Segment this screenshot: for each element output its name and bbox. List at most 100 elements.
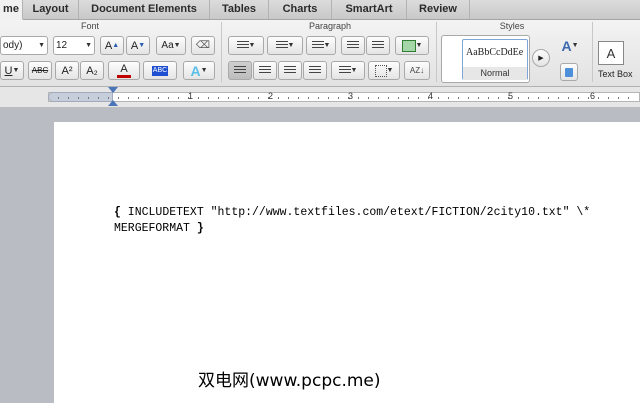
chevron-down-icon[interactable]: ▼ [351,67,358,74]
chevron-down-icon[interactable]: ▼ [249,42,256,49]
tab-smartart[interactable]: SmartArt [332,0,407,19]
chevron-down-icon[interactable]: ▼ [38,42,45,49]
bulleted-list-icon [236,41,249,50]
chevron-down-icon[interactable]: ▼ [174,42,181,49]
change-styles-button[interactable]: A ▼ [556,36,584,55]
indent-icon [372,41,384,50]
chevron-down-icon[interactable]: ▼ [416,42,423,49]
ribbon: Font Paragraph Styles ody) ▼ 12 ▼ A ▲ A ▼ … [0,20,640,87]
ruler-tick [98,97,99,99]
document-page[interactable]: { INCLUDETEXT "http://www.textfiles.com/… [54,122,640,403]
first-line-indent-marker[interactable] [108,87,118,93]
grow-font-button[interactable]: A ▲ [100,36,124,55]
manage-styles-button[interactable] [560,63,578,81]
align-center-icon [259,66,271,75]
divider [221,22,222,82]
decrease-indent-button[interactable] [341,36,365,55]
ruler-tick [218,97,219,99]
increase-indent-button[interactable] [366,36,390,55]
font-name-field[interactable]: ody) ▼ [0,36,48,55]
borders-button[interactable]: ▼ [368,61,400,80]
ruler-tick [258,97,259,99]
strikethrough-button[interactable]: ABC [28,61,52,80]
chevron-down-icon[interactable]: ▼ [85,42,92,49]
styles-next-button[interactable]: ▶ [532,49,550,67]
ruler-tick [128,97,129,99]
horizontal-ruler[interactable]: 1 2 3 4 5 6 [0,87,640,108]
chevron-down-icon[interactable]: ▼ [13,67,20,74]
text-box-label[interactable]: Text Box [598,69,633,79]
ruler-tick [538,97,539,99]
chevron-down-icon[interactable]: ▼ [201,67,208,74]
divider [592,22,593,82]
bullets-button[interactable]: ▼ [228,36,264,55]
font-name-value: ody) [3,40,23,51]
font-color-button[interactable]: A [108,61,140,80]
shrink-font-button[interactable]: A ▼ [126,36,150,55]
chevron-down-icon[interactable]: ▼ [572,42,579,49]
highlight-label: ABC [151,65,169,76]
numbering-button[interactable]: ▼ [267,36,303,55]
underline-button[interactable]: U ▼ [0,61,24,80]
arrow-down-icon: ▼ [138,42,146,49]
line-spacing-button[interactable]: ▼ [331,61,365,80]
arrow-up-icon: ▲ [112,42,120,49]
align-right-button[interactable] [278,61,302,80]
hanging-indent-marker[interactable] [108,100,118,106]
tab-review[interactable]: Review [407,0,470,19]
ruler-tick [148,97,149,99]
ruler-tick [318,97,319,99]
sort-icon: AZ↓ [409,66,425,75]
superscript-button[interactable]: A² [55,61,79,80]
ruler-tick [388,97,389,99]
chevron-down-icon[interactable]: ▼ [324,42,331,49]
grow-font-label: A [104,39,113,52]
style-normal[interactable]: AaBbCcDdEe Normal [462,39,528,80]
style-sample-text: AaBbCcDdEe [466,47,524,58]
ruler-tick [598,97,599,99]
group-title-styles: Styles [499,21,525,31]
subscript-label: A₂ [86,64,98,77]
highlight-button[interactable]: ABC [143,61,177,80]
ruler-number: 1 [188,91,194,101]
ruler-tick [488,97,489,99]
field-code-line1: INCLUDETEXT "http://www.textfiles.com/et… [120,206,591,219]
ruler-tick [238,97,239,99]
ruler-number: 2 [268,91,274,101]
text-effects-button[interactable]: A ▼ [183,61,215,80]
tab-charts[interactable]: Charts [269,0,332,19]
group-title-paragraph: Paragraph [308,21,352,31]
field-code[interactable]: { INCLUDETEXT "http://www.textfiles.com/… [114,205,614,237]
field-close-brace: } [196,222,204,235]
outdent-icon [347,41,359,50]
ruler-tick [418,97,419,99]
ruler-tick [588,97,589,99]
multilevel-list-button[interactable]: ▼ [306,36,336,55]
justify-button[interactable] [303,61,327,80]
align-right-icon [284,66,296,75]
columns-icon [401,39,416,52]
ruler-tick [568,97,569,99]
tab-layout[interactable]: Layout [23,0,79,19]
columns-button[interactable]: ▼ [395,36,429,55]
text-box-icon[interactable]: A [598,41,624,65]
chevron-down-icon[interactable]: ▼ [288,42,295,49]
ruler-tick [138,97,139,99]
align-center-button[interactable] [253,61,277,80]
ruler-tick [458,97,459,99]
ruler-tick [308,97,309,99]
chevron-down-icon[interactable]: ▼ [387,67,394,74]
tab-document-elements[interactable]: Document Elements [79,0,210,19]
tab-tables[interactable]: Tables [210,0,269,19]
font-size-field[interactable]: 12 ▼ [53,36,95,55]
clear-formatting-button[interactable]: ⌫ [191,36,215,55]
change-case-button[interactable]: Aa ▼ [156,36,186,55]
align-left-button[interactable] [228,61,252,80]
subscript-button[interactable]: A₂ [80,61,104,80]
sort-button[interactable]: AZ↓ [404,61,430,80]
ruler-tick [68,97,69,99]
tab-home[interactable]: me [0,0,23,20]
ruler-tick [548,97,549,99]
font-size-value: 12 [56,40,68,51]
ruler-number: 4 [428,91,434,101]
